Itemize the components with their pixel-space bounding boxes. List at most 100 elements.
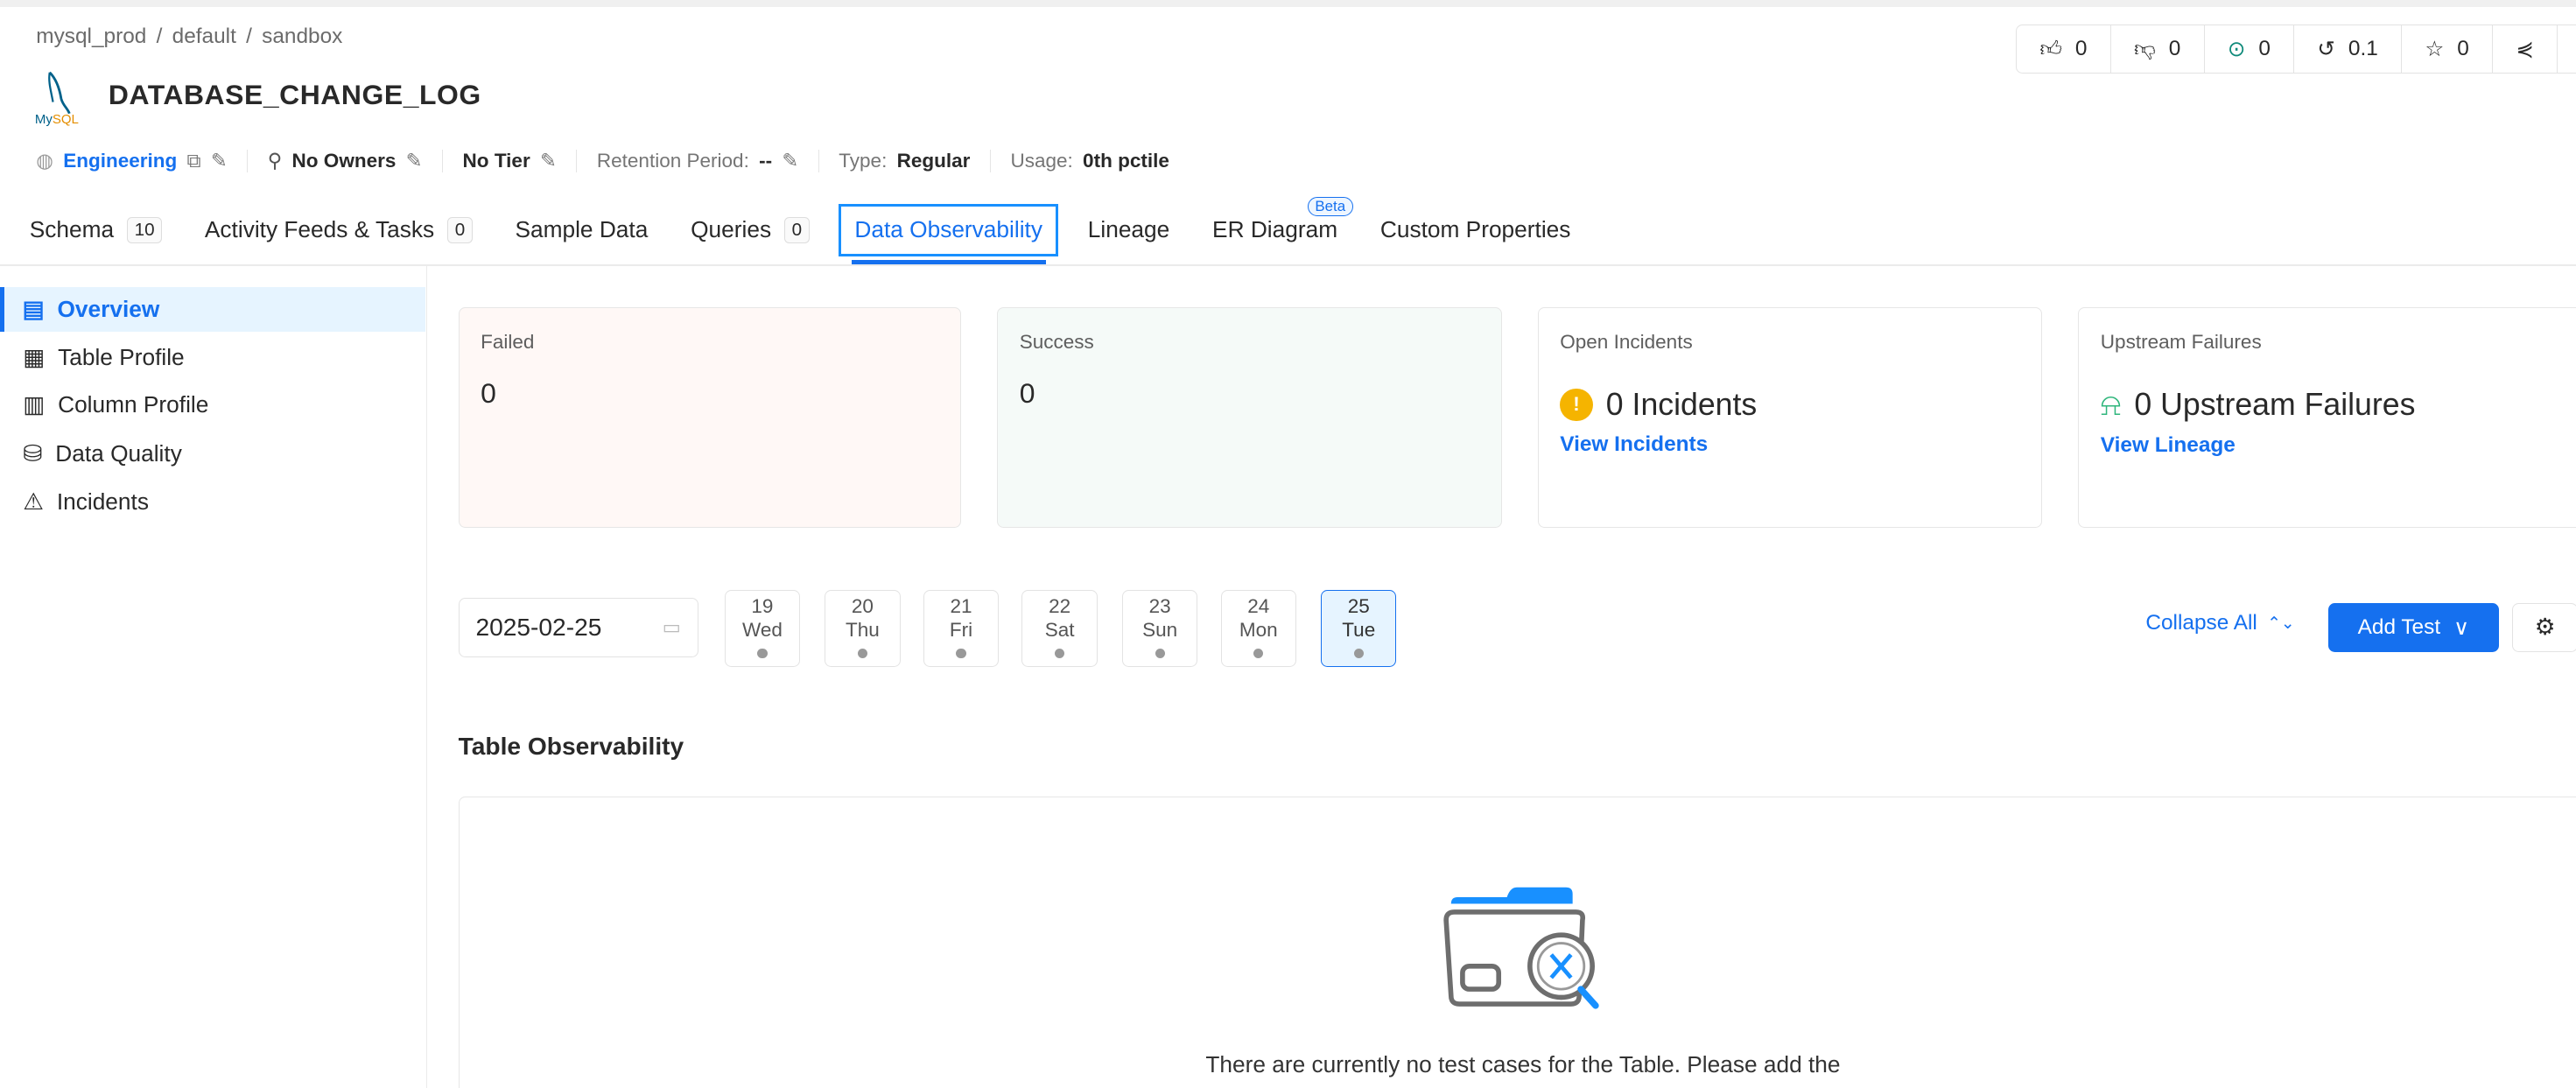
sidebar-label: Table Profile <box>58 344 185 371</box>
downvote-button[interactable]: 👎︎ 0 <box>2111 25 2205 73</box>
version-button[interactable]: ↺0.1 <box>2294 25 2402 73</box>
type-item: Type: Regular <box>818 150 990 172</box>
edit-tier-icon[interactable]: ✎ <box>540 150 557 172</box>
card-label: Upstream Failures <box>2101 331 2576 354</box>
day-19[interactable]: 19Wed <box>725 590 800 667</box>
day-number: 24 <box>1222 595 1295 618</box>
day-weekday: Tue <box>1322 619 1395 642</box>
day-number: 23 <box>1123 595 1197 618</box>
upvote-button[interactable]: 👍︎ 0 <box>2017 25 2111 73</box>
thumbs-down-icon: 👎︎ <box>2134 36 2156 62</box>
tab-activity-feeds[interactable]: Activity Feeds & Tasks 0 <box>192 204 486 256</box>
day-24[interactable]: 24Mon <box>1221 590 1296 667</box>
tab-label: ER Diagram <box>1212 216 1337 243</box>
status-dot <box>757 649 767 658</box>
tab-count: 10 <box>127 217 162 243</box>
add-test-button[interactable]: Add Test∨ <box>2328 603 2499 652</box>
owners-value: No Owners <box>292 150 397 172</box>
sidebar-label: Overview <box>57 296 159 323</box>
alert-circle-icon: ! <box>1560 389 1593 422</box>
tab-lineage[interactable]: Lineage <box>1075 204 1183 256</box>
upvote-count: 0 <box>2075 37 2088 61</box>
downvote-count: 0 <box>2169 37 2181 61</box>
date-value: 2025-02-25 <box>475 614 601 642</box>
thumbs-up-icon: 👍︎ <box>2039 36 2062 62</box>
sidebar-item-table-profile[interactable]: ▦Table Profile <box>0 335 425 380</box>
day-number: 19 <box>726 595 799 618</box>
status-dot <box>956 649 965 658</box>
view-incidents-link[interactable]: View Incidents <box>1560 432 2019 457</box>
tab-count: 0 <box>447 217 472 243</box>
edit-retention-icon[interactable]: ✎ <box>782 150 798 172</box>
settings-button[interactable]: ⚙ <box>2512 603 2576 652</box>
siren-icon: ⍾ <box>2101 387 2122 424</box>
day-weekday: Sat <box>1022 619 1096 642</box>
follow-button[interactable]: ⊙0 <box>2205 25 2295 73</box>
incident-count: 0 Incidents <box>1606 387 1757 423</box>
day-weekday: Wed <box>726 619 799 642</box>
day-22[interactable]: 22Sat <box>1021 590 1097 667</box>
page-title: DATABASE_CHANGE_LOG <box>109 79 481 111</box>
tab-custom-properties[interactable]: Custom Properties <box>1367 204 1584 256</box>
tab-label: Sample Data <box>515 216 648 243</box>
day-21[interactable]: 21Fri <box>923 590 999 667</box>
tab-bar: Schema 10 Activity Feeds & Tasks 0 Sample … <box>30 204 1600 256</box>
sidebar-item-overview[interactable]: ▤ Overview <box>0 287 425 332</box>
collapse-all-button[interactable]: Collapse All⌃⌄ <box>2145 611 2294 635</box>
day-weekday: Fri <box>924 619 998 642</box>
date-picker[interactable]: 2025-02-25▭ <box>459 598 698 657</box>
tab-label: Queries <box>691 216 771 243</box>
day-number: 25 <box>1322 595 1395 618</box>
day-20[interactable]: 20Thu <box>825 590 900 667</box>
warning-icon: ⚠ <box>23 488 44 516</box>
section-title: Table Observability <box>459 733 684 761</box>
sidebar-item-column-profile[interactable]: ▥Column Profile <box>0 383 425 427</box>
tab-label: Activity Feeds & Tasks <box>205 216 434 243</box>
failed-count: 0 <box>481 377 939 410</box>
sidebar-item-incidents[interactable]: ⚠ Incidents <box>0 480 425 524</box>
upstream-count: 0 Upstream Failures <box>2134 387 2415 423</box>
usage-value: 0th pctile <box>1083 150 1169 172</box>
breadcrumb-item[interactable]: mysql_prod <box>36 25 146 49</box>
tier-value: No Tier <box>463 150 530 172</box>
status-dot <box>1253 649 1263 658</box>
status-dot <box>858 649 867 658</box>
breadcrumb-item[interactable]: sandbox <box>262 25 342 49</box>
domain-tree-icon[interactable]: ⧉ <box>187 150 201 172</box>
status-dot <box>1155 649 1165 658</box>
tab-er-diagram[interactable]: ER DiagramBeta <box>1199 204 1351 256</box>
star-icon: ☆ <box>2425 36 2444 62</box>
view-lineage-link[interactable]: View Lineage <box>2101 433 2576 458</box>
sidebar-label: Column Profile <box>58 391 208 418</box>
tab-sample-data[interactable]: Sample Data <box>502 204 661 256</box>
type-label: Type: <box>839 150 887 172</box>
day-weekday: Mon <box>1222 619 1295 642</box>
usage-label: Usage: <box>1010 150 1072 172</box>
day-number: 22 <box>1022 595 1096 618</box>
sidebar-label: Data Quality <box>55 440 182 467</box>
tab-label: Lineage <box>1088 216 1169 243</box>
share-button[interactable]: ⋞ <box>2493 25 2558 73</box>
tab-queries[interactable]: Queries0 <box>677 204 823 256</box>
breadcrumb-item[interactable]: default <box>172 25 236 49</box>
tab-label: Schema <box>30 216 114 243</box>
sidebar-item-data-quality[interactable]: ⛁Data Quality <box>0 432 425 477</box>
card-label: Failed <box>481 331 939 354</box>
domain-link[interactable]: Engineering <box>63 150 177 172</box>
edit-owner-icon[interactable]: ✎ <box>406 150 423 172</box>
edit-domain-icon[interactable]: ✎ <box>211 150 228 172</box>
tab-label: Data Observability <box>854 216 1042 243</box>
top-border <box>0 0 2576 7</box>
star-button[interactable]: ☆0 <box>2402 25 2493 73</box>
day-25[interactable]: 25Tue <box>1321 590 1396 667</box>
tab-schema[interactable]: Schema 10 <box>30 204 175 256</box>
sidebar-label: Incidents <box>57 488 149 516</box>
share-icon: ⋞ <box>2516 36 2533 62</box>
day-number: 21 <box>924 595 998 618</box>
tab-data-observability[interactable]: Data Observability <box>839 204 1058 256</box>
day-23[interactable]: 23Sun <box>1122 590 1197 667</box>
sidebar: ▤ Overview ▦Table Profile ▥Column Profile… <box>0 266 427 1088</box>
more-button[interactable]: ⋮ <box>2558 25 2576 73</box>
overview-icon: ▤ <box>23 296 45 323</box>
success-card: Success 0 <box>997 307 1501 528</box>
